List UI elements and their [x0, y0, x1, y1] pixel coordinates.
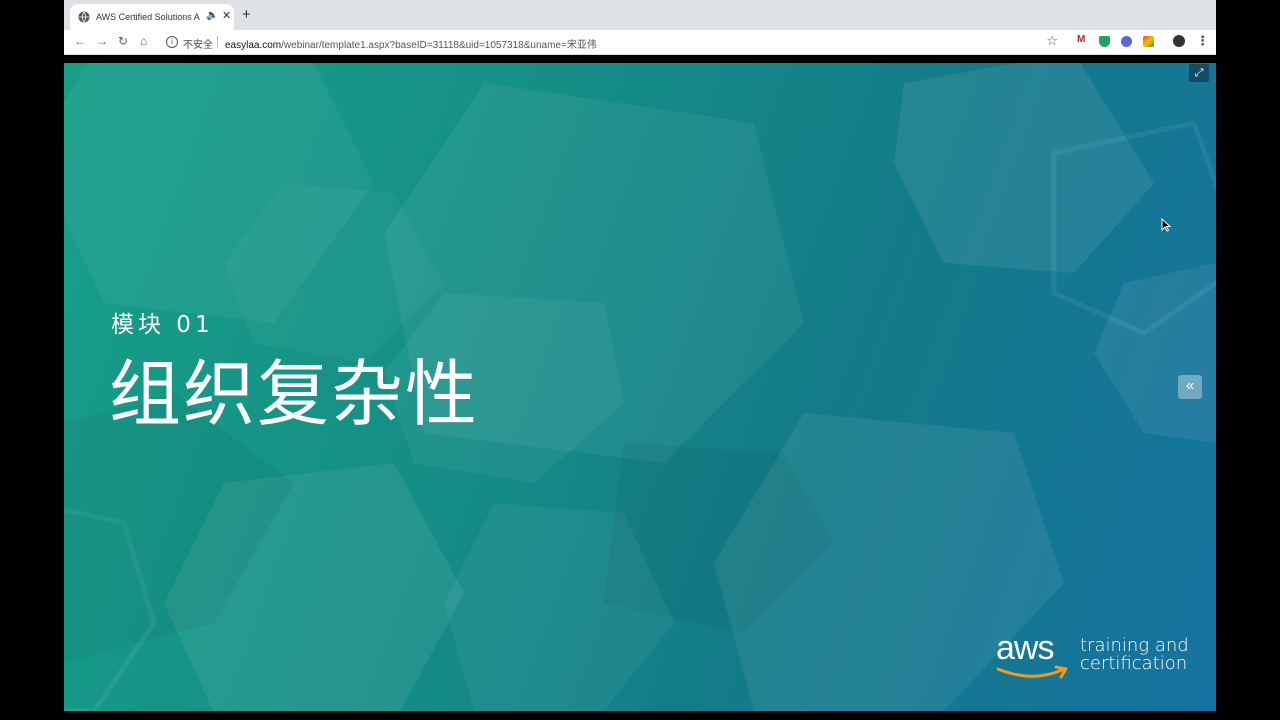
mouse-cursor-icon — [1161, 218, 1171, 232]
reload-icon[interactable]: ↻ — [118, 34, 128, 48]
forward-arrow-icon[interactable]: → — [96, 34, 108, 48]
module-label: 模块 01 — [111, 312, 214, 338]
vpn-icon[interactable] — [1121, 36, 1132, 47]
fullscreen-icon[interactable]: ⤢ — [1189, 64, 1209, 82]
browser-window: AWS Certified Solutions Arc 🔈 ✕ + ← → ↻ … — [64, 0, 1216, 55]
speaker-icon[interactable]: 🔈 — [206, 10, 218, 21]
star-icon[interactable]: ☆ — [1046, 33, 1058, 49]
browser-tab[interactable]: AWS Certified Solutions Arc 🔈 ✕ — [70, 4, 234, 30]
close-icon[interactable]: ✕ — [222, 9, 231, 22]
url-path: /webinar/template1.aspx?baseID=31118&uid… — [281, 40, 597, 51]
double-chevron-left-icon[interactable]: « — [1178, 375, 1202, 399]
aws-logo: aws — [994, 629, 1074, 683]
aws-logo-word: aws — [996, 629, 1054, 667]
aws-tagline: training and certification — [1080, 637, 1189, 673]
gmail-icon[interactable]: M — [1077, 34, 1088, 45]
slide-title: 组织复杂性 — [109, 352, 480, 436]
home-icon[interactable]: ⌂ — [140, 34, 147, 48]
shield-icon[interactable] — [1099, 36, 1110, 47]
tab-title: AWS Certified Solutions Arc — [96, 12, 200, 22]
info-icon[interactable]: i — [166, 36, 178, 48]
tagline-line2: certification — [1080, 653, 1188, 674]
divider — [217, 36, 218, 48]
url-domain: easylaa.com — [225, 40, 282, 51]
plus-icon[interactable]: + — [242, 7, 251, 22]
back-arrow-icon[interactable]: ← — [74, 34, 86, 48]
menu-dots-icon[interactable]: ⋮ — [1196, 33, 1209, 49]
presentation-slide: 模块 01 组织复杂性 ⤢ « aws training and certifi… — [64, 63, 1216, 711]
ext-icon[interactable] — [1143, 36, 1154, 47]
globe-icon — [78, 11, 90, 23]
address-bar[interactable]: i 不安全 easylaa.com/webinar/template1.aspx… — [156, 32, 1066, 52]
profile-avatar-icon[interactable] — [1173, 35, 1185, 47]
browser-toolbar: ← → ↻ ⌂ i 不安全 easylaa.com/webinar/templa… — [64, 30, 1216, 55]
security-label[interactable]: 不安全 — [183, 36, 213, 51]
aws-smile-icon — [996, 665, 1068, 679]
url-text[interactable]: easylaa.com/webinar/template1.aspx?baseI… — [225, 36, 597, 51]
tab-strip: AWS Certified Solutions Arc 🔈 ✕ + — [64, 0, 1216, 30]
